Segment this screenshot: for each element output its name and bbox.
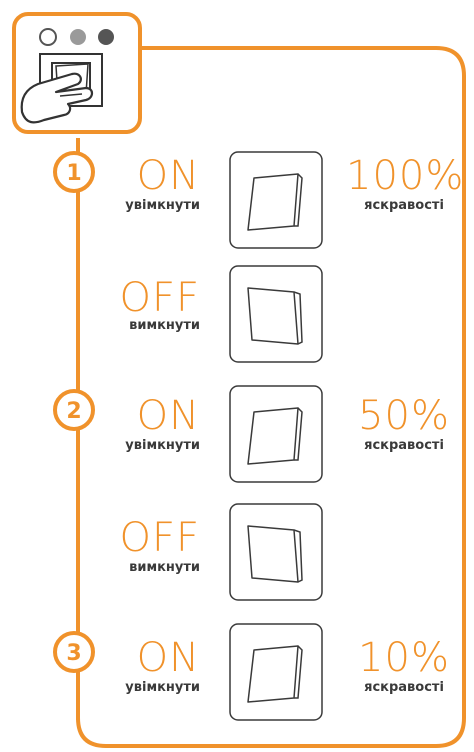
state-off-label: OFF: [119, 515, 200, 561]
step-marker-1: 1: [53, 151, 95, 193]
indicator-dot-mid: [70, 29, 86, 45]
indicator-dot-dark: [98, 29, 114, 45]
hand-pressing-switch-icon: [12, 12, 142, 134]
rocker-switch-icon-off: [229, 265, 323, 363]
state-off-label: OFF: [119, 275, 200, 321]
brightness-value: 100%: [346, 153, 465, 199]
switch-frame: [229, 623, 323, 721]
indicator-dot-light: [39, 28, 57, 46]
state-on-label: ON: [136, 153, 200, 199]
state-off-sub: вимкнути: [129, 318, 200, 333]
brightness-sub: яскравості: [364, 680, 444, 695]
step-number: 2: [66, 399, 81, 424]
brightness-value: 50%: [358, 393, 450, 439]
switch-instructions-diagram: 1 2 3 ON увімкнути 100% яскравості OFF в…: [0, 0, 474, 752]
step-marker-3: 3: [53, 631, 95, 673]
rocker-switch-icon-on: [229, 385, 323, 483]
switch-frame: [229, 503, 323, 601]
brightness-sub: яскравості: [364, 198, 444, 213]
brightness-value: 10%: [358, 635, 450, 681]
step-number: 1: [66, 161, 81, 186]
switch-frame: [229, 385, 323, 483]
switch-column: [229, 151, 323, 721]
step-marker-2: 2: [53, 389, 95, 431]
rocker-switch-icon-on: [229, 623, 323, 721]
state-on-label: ON: [136, 393, 200, 439]
step-number: 3: [66, 641, 81, 666]
state-on-label: ON: [136, 635, 200, 681]
state-on-sub: увімкнути: [125, 198, 200, 213]
rocker-switch-icon-on: [229, 151, 323, 249]
state-on-sub: увімкнути: [125, 438, 200, 453]
brightness-sub: яскравості: [364, 438, 444, 453]
state-on-sub: увімкнути: [125, 680, 200, 695]
state-off-sub: вимкнути: [129, 560, 200, 575]
switch-frame: [229, 151, 323, 249]
rocker-switch-icon-off: [229, 503, 323, 601]
switch-frame: [229, 265, 323, 363]
